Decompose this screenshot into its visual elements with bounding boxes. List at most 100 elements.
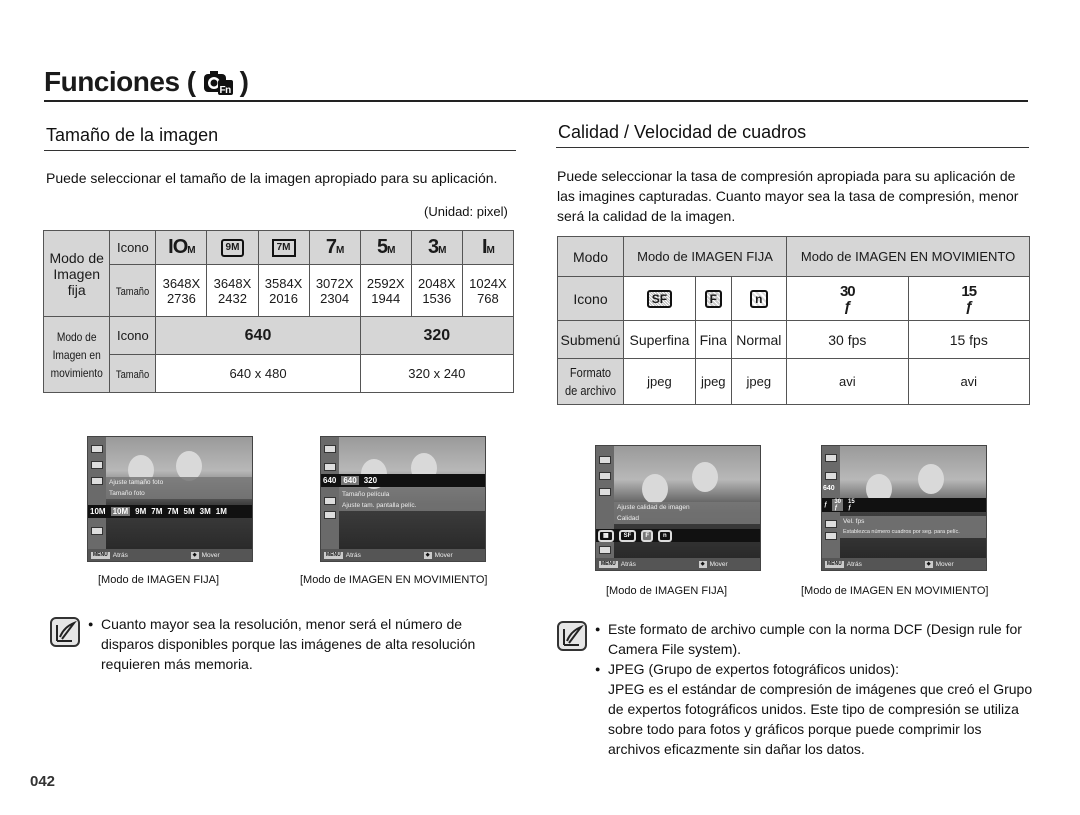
screen-caption-still: [Modo de IMAGEN FIJA]: [98, 574, 220, 586]
option[interactable]: 320: [364, 476, 377, 485]
frame-icon: [324, 511, 336, 519]
title-rule: [44, 100, 1028, 102]
format-cell: jpeg: [623, 358, 696, 405]
camera-screen-quality: Ajuste calidad de imagen Calidad ▦ SF F …: [595, 445, 761, 571]
move-label: Mover: [201, 551, 220, 559]
camera-screen-movie-size: 640 640 320 Tamaño película Ajuste tam. …: [320, 436, 486, 562]
note-item: JPEG (Grupo de expertos fotográficos uni…: [595, 659, 1035, 679]
frame-icon: [825, 520, 837, 528]
still-size-cell: 3648X 2432: [206, 264, 259, 317]
exposure-icon: [91, 445, 103, 453]
menu-line-1: Ajuste tamaño foto: [106, 477, 252, 488]
screen-footer: MENU Atrás ◆ Mover: [596, 558, 760, 570]
submenu-cell: Fina: [694, 320, 732, 359]
submenu-cell: Normal: [730, 320, 788, 359]
menu-line-2: Calidad: [614, 513, 760, 524]
menu-line-1: Vel. fps: [840, 516, 986, 527]
quality-options-bar[interactable]: ▦ SF F n: [596, 529, 760, 542]
camera-screen-fps: 640 ƒ 30 ƒ 15 ƒ Vel. fps Establezca número…: [821, 445, 987, 571]
screen-footer: MENU Atrás ◆ Mover: [822, 558, 986, 570]
page-title: Funciones ( Fn ): [44, 66, 249, 98]
wb-icon: [599, 488, 611, 496]
quality-fine-option[interactable]: F: [641, 529, 654, 542]
screen-footer: MENU Atrás ◆ Mover: [321, 549, 485, 561]
image-size-intro: Puede seleccionar el tamaño de la imagen…: [46, 170, 498, 186]
svg-text:Fn: Fn: [219, 85, 231, 96]
screen-footer: MENU Atrás ◆ Mover: [88, 549, 252, 561]
format-cell: jpeg: [694, 358, 732, 405]
current-option: 640: [323, 476, 337, 485]
scene-icon: [825, 532, 837, 540]
quality-normal-option[interactable]: n: [658, 529, 672, 542]
movie-icon-320: 320: [359, 316, 515, 355]
section-title-quality: Calidad / Velocidad de cuadros: [558, 122, 807, 142]
option[interactable]: 9M: [135, 507, 146, 516]
exposure-icon: [825, 454, 837, 462]
menu-key: MENU: [825, 560, 844, 568]
wb-icon: [91, 477, 103, 485]
still-size-cell: 3648X 2736: [155, 264, 208, 317]
quality-intro: Puede seleccionar la tasa de compresión …: [557, 168, 1019, 224]
back-label: Atrás: [345, 551, 361, 559]
size-icon-1m: IM: [461, 230, 515, 265]
quality-table: Modo Modo de IMAGEN FIJA Modo de IMAGEN …: [557, 236, 1031, 405]
size-icon-5m: 5M: [359, 230, 412, 265]
option-selected[interactable]: 10M: [110, 507, 131, 516]
still-size-cell: 1024X 768: [461, 264, 515, 317]
format-cell: jpeg: [730, 358, 788, 405]
screen-caption-still: [Modo de IMAGEN FIJA]: [606, 585, 728, 597]
option[interactable]: 7M: [151, 507, 162, 516]
menu-icon-bar: [88, 437, 106, 549]
back-label: Atrás: [620, 560, 636, 568]
size-icon-7m-wide: 7M: [257, 230, 310, 265]
dpad-icon: ◆: [423, 551, 432, 559]
note-icon: [50, 617, 80, 647]
option[interactable]: 1M: [216, 507, 227, 516]
iso-icon: [324, 463, 336, 471]
option-selected[interactable]: 640: [341, 476, 359, 485]
movie-size-badge: 640: [823, 485, 835, 492]
back-label: Atrás: [112, 551, 128, 559]
movie-size-320: 320 x 240: [359, 354, 515, 393]
exposure-icon: [599, 456, 611, 464]
section-rule: [556, 147, 1029, 148]
screen-caption-movie: [Modo de IMAGEN EN MOVIMIENTO]: [300, 574, 488, 586]
quality-icon-superfine: SF: [623, 276, 696, 321]
size-icon-7m: 7M: [308, 230, 361, 265]
movie-mode-label: Modo de Imagen en movimiento: [42, 316, 111, 393]
size-icon-3m: 3M: [410, 230, 463, 265]
menu-line-1: Tamaño película: [339, 489, 485, 500]
back-label: Atrás: [846, 560, 862, 568]
move-label: Mover: [935, 560, 954, 568]
page-title-close: ): [239, 66, 249, 97]
camera-fn-icon: Fn: [202, 68, 234, 96]
movie-size-640: 640 x 480: [155, 354, 361, 393]
size-options-bar[interactable]: 10M 10M 9M 7M 7M 5M 3M 1M: [88, 505, 252, 518]
exposure-icon: [324, 445, 336, 453]
movie-options-bar[interactable]: 640 640 320: [321, 474, 485, 487]
quality-icon-normal: n: [730, 276, 788, 321]
fps-options-bar[interactable]: ƒ 30 ƒ 15 ƒ: [822, 498, 986, 512]
option[interactable]: 5M: [184, 507, 195, 516]
option[interactable]: 3M: [200, 507, 211, 516]
note-list-left: Cuanto mayor sea la resolución, menor se…: [88, 614, 508, 674]
note-list-right: Este formato de archivo cumple con la no…: [595, 619, 1035, 759]
move-label: Mover: [434, 551, 453, 559]
format-cell: avi: [907, 358, 1031, 405]
dpad-icon: ◆: [698, 560, 707, 568]
option[interactable]: 7M: [167, 507, 178, 516]
iso-icon: [599, 472, 611, 480]
fps-30-option[interactable]: 30 ƒ: [832, 499, 844, 511]
fps-15-option[interactable]: 15 ƒ: [848, 499, 855, 511]
section-title-image-size: Tamaño de la imagen: [46, 125, 219, 145]
dpad-icon: ◆: [924, 560, 933, 568]
iso-icon: [825, 472, 837, 480]
screen-caption-movie: [Modo de IMAGEN EN MOVIMIENTO]: [801, 585, 989, 597]
icon-label: Icono: [109, 316, 157, 355]
current-option: 10M: [90, 507, 106, 516]
fps-icon-30: 30 ƒ: [786, 276, 909, 321]
jpeg-description: JPEG es el estándar de compresión de imá…: [608, 681, 1033, 757]
note-icon: [557, 621, 587, 651]
iso-icon: [91, 461, 103, 469]
quality-superfine-option[interactable]: SF: [618, 529, 637, 542]
